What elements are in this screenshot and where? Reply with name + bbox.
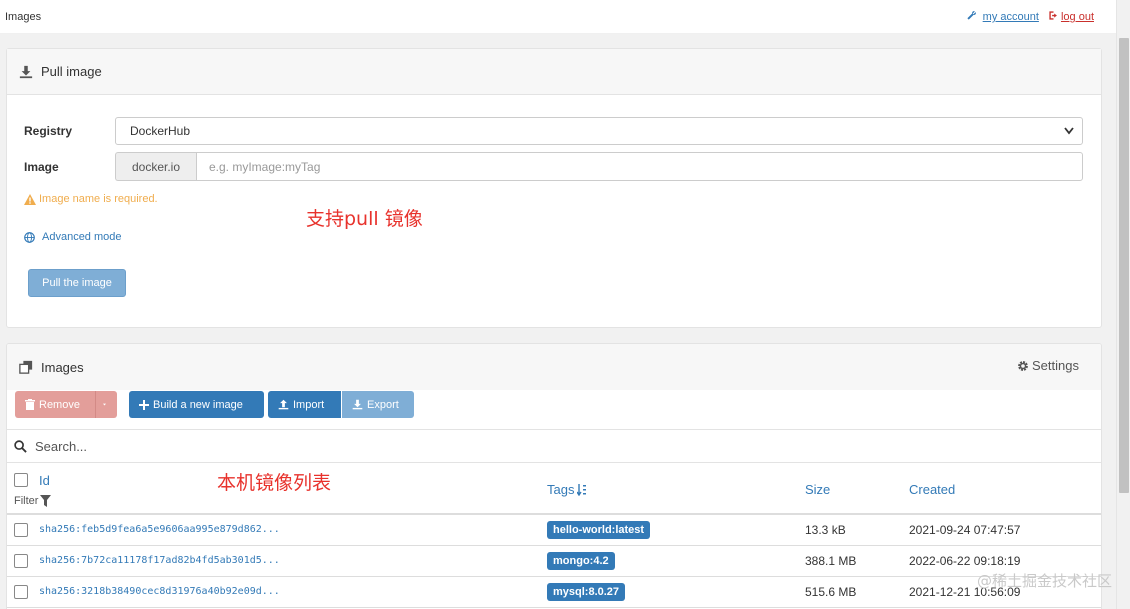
image-tag-badge: mongo:4.2 bbox=[547, 552, 615, 570]
registry-select[interactable]: DockerHub bbox=[115, 117, 1083, 145]
gear-icon bbox=[1018, 360, 1028, 371]
sign-out-icon bbox=[1049, 11, 1057, 20]
image-tag-badge: hello-world:latest bbox=[547, 521, 651, 539]
image-name-input[interactable] bbox=[196, 152, 1083, 181]
table-row: sha256:3218b38490cec8d31976a40b92e09d...… bbox=[7, 577, 1101, 608]
column-id[interactable]: Id bbox=[39, 473, 50, 488]
image-id-link[interactable]: sha256:3218b38490cec8d31976a40b92e09d... bbox=[39, 586, 280, 597]
warning-icon bbox=[24, 193, 36, 205]
export-label: Export bbox=[367, 398, 399, 411]
image-id-link[interactable]: sha256:7b72ca11178f17ad82b4fd5ab301d5... bbox=[39, 555, 280, 566]
upload-icon bbox=[278, 399, 289, 410]
column-tags[interactable]: Tags bbox=[547, 482, 587, 497]
image-registry-prefix: docker.io bbox=[115, 152, 196, 181]
wrench-icon bbox=[967, 11, 976, 20]
select-all-checkbox[interactable] bbox=[14, 473, 28, 487]
log-out-link[interactable]: log out bbox=[1061, 11, 1094, 23]
scrollbar-thumb[interactable] bbox=[1119, 38, 1129, 493]
clone-icon bbox=[19, 360, 33, 374]
row-checkbox[interactable] bbox=[14, 554, 28, 568]
page-scrollbar[interactable] bbox=[1116, 0, 1130, 609]
build-image-button[interactable]: Build a new image bbox=[129, 391, 264, 418]
remove-button[interactable]: Remove bbox=[15, 391, 95, 418]
download-icon bbox=[19, 65, 33, 78]
import-button[interactable]: Import bbox=[268, 391, 341, 418]
images-header: Images bbox=[7, 344, 1101, 390]
images-panel: Images Settings Remove Build a new image… bbox=[6, 343, 1102, 609]
registry-label: Registry bbox=[24, 124, 73, 138]
image-tag-badge: mysql:8.0.27 bbox=[547, 583, 626, 601]
sort-icon bbox=[577, 483, 587, 496]
row-checkbox[interactable] bbox=[14, 585, 28, 599]
plus-icon bbox=[139, 399, 149, 410]
remove-options-button[interactable] bbox=[95, 391, 117, 418]
chevron-down-icon bbox=[1064, 127, 1074, 135]
watermark: @稀土掘金技术社区 bbox=[976, 572, 1112, 590]
warning-text: Image name is required. bbox=[39, 193, 158, 205]
globe-icon bbox=[24, 231, 35, 243]
search-input[interactable] bbox=[35, 438, 435, 454]
images-title: Images bbox=[41, 359, 84, 375]
image-size: 13.3 kB bbox=[805, 523, 846, 537]
filter-icon bbox=[40, 495, 52, 507]
settings-button[interactable]: Settings bbox=[1017, 358, 1079, 373]
image-size: 515.6 MB bbox=[805, 585, 857, 599]
image-size: 388.1 MB bbox=[805, 554, 857, 568]
my-account-link[interactable]: my account bbox=[983, 11, 1039, 23]
image-label: Image bbox=[24, 159, 59, 174]
import-label: Import bbox=[293, 398, 325, 411]
caret-down-icon bbox=[103, 403, 106, 406]
trash-icon bbox=[25, 399, 35, 410]
user-links: my account log out bbox=[966, 10, 1094, 23]
pull-image-panel: Pull image Registry DockerHub Image dock… bbox=[6, 48, 1102, 328]
pull-annotation: 支持pull 镜像 bbox=[306, 208, 423, 230]
list-annotation: 本机镜像列表 bbox=[217, 472, 332, 494]
pull-image-button[interactable]: Pull the image bbox=[28, 269, 126, 297]
top-bar: Images my account log out bbox=[0, 0, 1116, 34]
advanced-mode-link[interactable]: Advanced mode bbox=[24, 231, 122, 243]
filter-label: Filter bbox=[14, 495, 39, 507]
remove-label: Remove bbox=[39, 398, 80, 411]
column-created[interactable]: Created bbox=[909, 482, 955, 497]
advanced-mode-label: Advanced mode bbox=[42, 231, 122, 243]
export-button[interactable]: Export bbox=[341, 391, 414, 418]
pull-image-header: Pull image bbox=[7, 49, 1101, 95]
table-row: sha256:feb5d9fea6a5e9606aa995e879d862...… bbox=[7, 515, 1101, 546]
main-content: Pull image Registry DockerHub Image dock… bbox=[0, 34, 1116, 609]
images-toolbar: Remove Build a new image Import Export bbox=[15, 391, 418, 419]
table-header: Id Filter Tags Size Created bbox=[7, 463, 1101, 515]
column-size[interactable]: Size bbox=[805, 482, 830, 497]
image-created: 2021-09-24 07:47:57 bbox=[909, 523, 1021, 537]
image-required-warning: Image name is required. bbox=[24, 193, 158, 205]
tags-label: Tags bbox=[547, 482, 575, 497]
registry-row: Registry DockerHub bbox=[24, 117, 1083, 145]
registry-value: DockerHub bbox=[130, 124, 191, 138]
page-title: Images bbox=[5, 11, 42, 23]
id-filter[interactable]: Filter bbox=[14, 495, 52, 507]
image-row: Image docker.io bbox=[24, 152, 1083, 181]
pull-image-title: Pull image bbox=[41, 64, 102, 79]
build-image-label: Build a new image bbox=[153, 398, 243, 411]
table-row: sha256:7b72ca11178f17ad82b4fd5ab301d5...… bbox=[7, 546, 1101, 577]
search-icon bbox=[14, 439, 27, 453]
image-id-link[interactable]: sha256:feb5d9fea6a5e9606aa995e879d862... bbox=[39, 524, 280, 535]
row-checkbox[interactable] bbox=[14, 523, 28, 537]
search-bar bbox=[7, 429, 1101, 463]
image-created: 2022-06-22 09:18:19 bbox=[909, 554, 1021, 568]
settings-label: Settings bbox=[1032, 358, 1079, 373]
download-icon bbox=[352, 399, 363, 410]
